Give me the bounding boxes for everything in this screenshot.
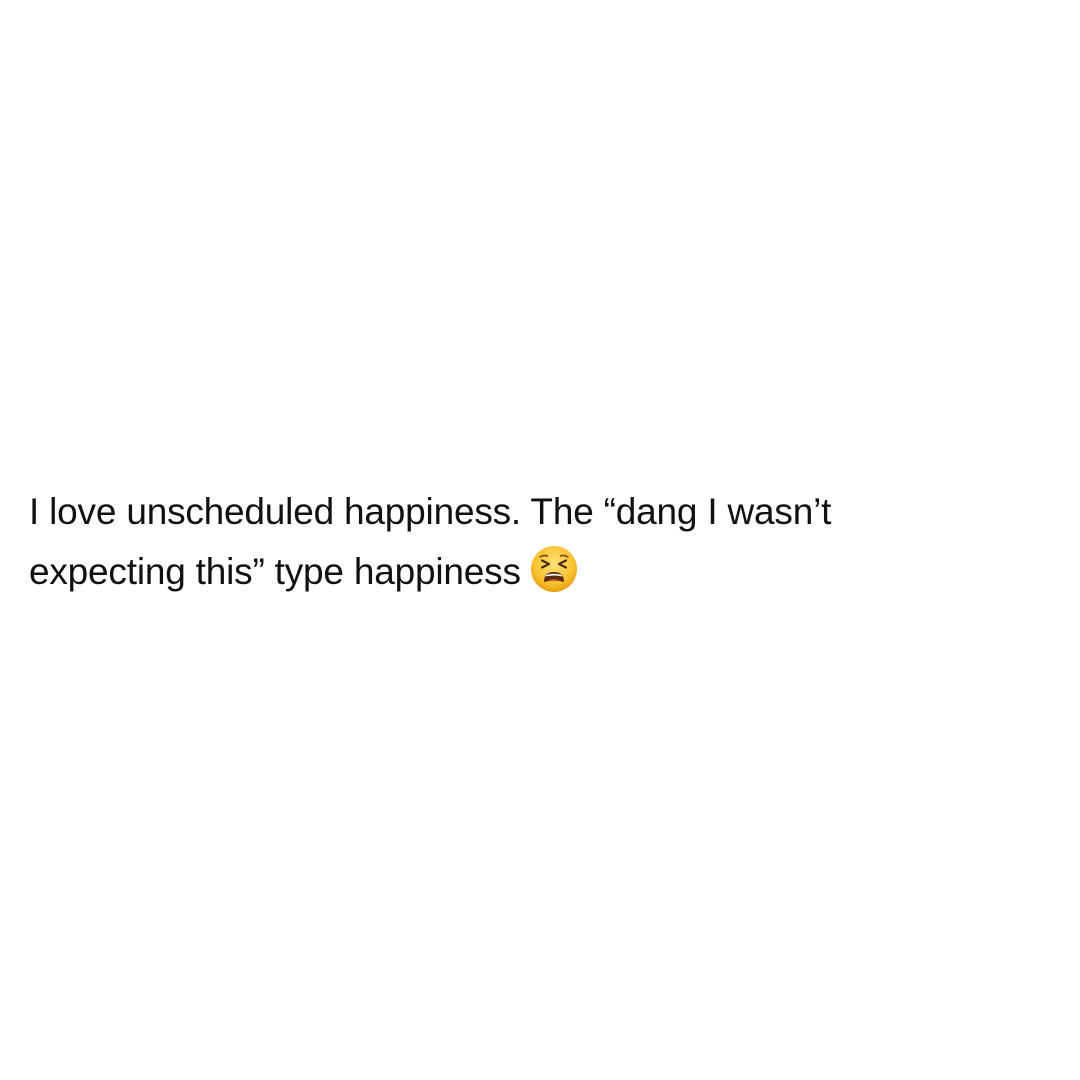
post-text-line-1: I love unscheduled happiness. The “dang … [29,491,832,532]
tired-face-emoji-icon [530,546,577,592]
post-text: I love unscheduled happiness. The “dang … [29,482,1059,602]
post-text-line-2: expecting this” type happiness [29,542,1059,602]
post-text-line-2-text: expecting this” type happiness [29,551,521,592]
post-canvas: I love unscheduled happiness. The “dang … [0,0,1080,1080]
